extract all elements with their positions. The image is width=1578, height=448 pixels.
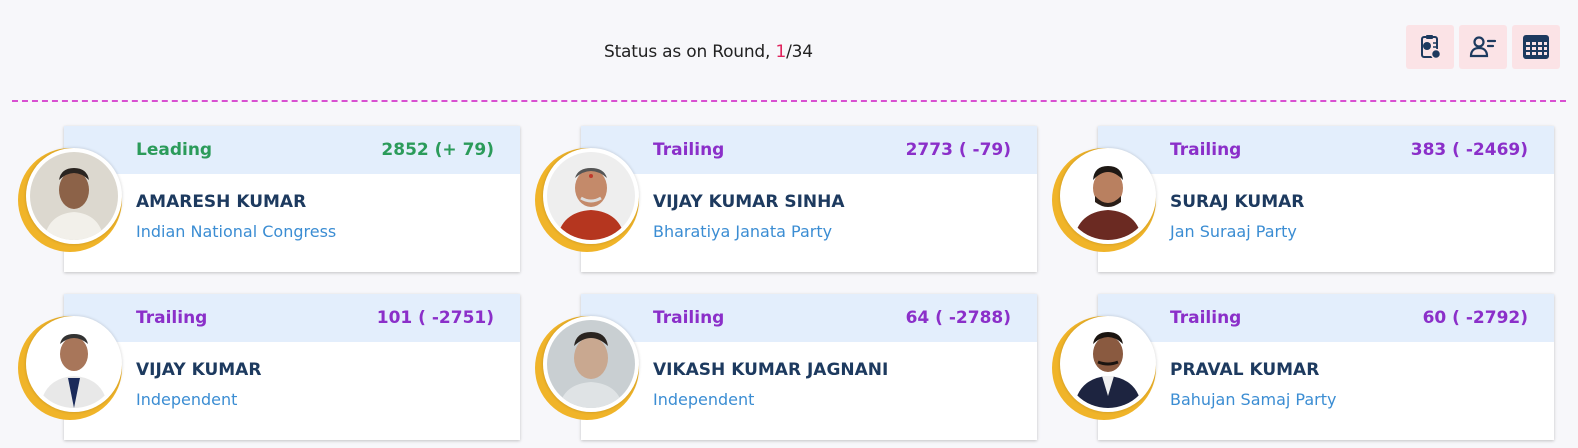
candidate-status: Trailing bbox=[653, 308, 725, 328]
toolbar bbox=[1406, 25, 1560, 69]
divider bbox=[12, 100, 1566, 102]
candidate-photo bbox=[543, 148, 639, 244]
candidate-photo bbox=[26, 148, 122, 244]
card-box: Trailing 60 ( -2792) PRAVAL KUMAR Bahuja… bbox=[1098, 294, 1554, 440]
candidate-votes: 101 ( -2751) bbox=[376, 308, 494, 328]
card-header: Leading 2852 (+ 79) bbox=[64, 126, 520, 174]
candidate-photo bbox=[1060, 148, 1156, 244]
card-box: Trailing 2773 ( -79) VIJAY KUMAR SINHA B… bbox=[581, 126, 1037, 272]
card-box: Trailing 383 ( -2469) SURAJ KUMAR Jan Su… bbox=[1098, 126, 1554, 272]
candidate-status: Trailing bbox=[136, 308, 208, 328]
candidate-votes: 64 ( -2788) bbox=[905, 308, 1011, 328]
candidate-status: Leading bbox=[136, 140, 213, 160]
candidate-card[interactable]: Trailing 383 ( -2469) SURAJ KUMAR Jan Su… bbox=[1052, 126, 1554, 272]
candidate-party: Independent bbox=[136, 390, 238, 409]
candidate-card[interactable]: Trailing 64 ( -2788) VIKASH KUMAR JAGNAN… bbox=[535, 294, 1037, 440]
candidate-name: SURAJ KUMAR bbox=[1170, 192, 1305, 212]
candidate-votes: 60 ( -2792) bbox=[1422, 308, 1528, 328]
candidate-party: Bahujan Samaj Party bbox=[1170, 390, 1337, 409]
round-status: Status as on Round, 1/34 bbox=[604, 42, 813, 62]
candidate-votes: 2773 ( -79) bbox=[905, 140, 1011, 160]
candidate-list-button[interactable] bbox=[1459, 25, 1507, 69]
candidate-photo bbox=[1060, 316, 1156, 412]
candidate-card[interactable]: Trailing 60 ( -2792) PRAVAL KUMAR Bahuja… bbox=[1052, 294, 1554, 440]
candidate-status: Trailing bbox=[1170, 308, 1242, 328]
candidate-status: Trailing bbox=[1170, 140, 1242, 160]
candidate-photo bbox=[26, 316, 122, 412]
card-box: Trailing 101 ( -2751) VIJAY KUMAR Indepe… bbox=[64, 294, 520, 440]
candidate-name: VIJAY KUMAR bbox=[136, 360, 262, 380]
candidate-name: VIJAY KUMAR SINHA bbox=[653, 192, 845, 212]
round-status-prefix: Status as on Round, bbox=[604, 42, 776, 62]
candidate-card[interactable]: Leading 2852 (+ 79) AMARESH KUMAR Indian… bbox=[18, 126, 520, 272]
candidate-card[interactable]: Trailing 101 ( -2751) VIJAY KUMAR Indepe… bbox=[18, 294, 520, 440]
candidate-name: VIKASH KUMAR JAGNANI bbox=[653, 360, 889, 380]
grid-view-button[interactable] bbox=[1512, 25, 1560, 69]
total-rounds: 34 bbox=[791, 42, 813, 62]
candidate-name: PRAVAL KUMAR bbox=[1170, 360, 1320, 380]
card-header: Trailing 2773 ( -79) bbox=[581, 126, 1037, 174]
candidate-party: Independent bbox=[653, 390, 755, 409]
report-icon bbox=[1421, 35, 1442, 60]
candidate-votes: 383 ( -2469) bbox=[1410, 140, 1528, 160]
current-round: 1 bbox=[775, 42, 787, 62]
card-header: Trailing 383 ( -2469) bbox=[1098, 126, 1554, 174]
grid-view-icon bbox=[1523, 35, 1549, 59]
card-box: Leading 2852 (+ 79) AMARESH KUMAR Indian… bbox=[64, 126, 520, 272]
candidate-party: Indian National Congress bbox=[136, 222, 337, 241]
card-header: Trailing 101 ( -2751) bbox=[64, 294, 520, 342]
candidate-list-icon bbox=[1469, 36, 1497, 58]
report-button[interactable] bbox=[1406, 25, 1454, 69]
card-box: Trailing 64 ( -2788) VIKASH KUMAR JAGNAN… bbox=[581, 294, 1037, 440]
candidate-party: Bharatiya Janata Party bbox=[653, 222, 833, 241]
candidate-name: AMARESH KUMAR bbox=[136, 192, 307, 212]
candidate-status: Trailing bbox=[653, 140, 725, 160]
candidate-party: Jan Suraaj Party bbox=[1170, 222, 1297, 241]
candidate-photo bbox=[543, 316, 639, 412]
card-header: Trailing 60 ( -2792) bbox=[1098, 294, 1554, 342]
candidate-votes: 2852 (+ 79) bbox=[381, 140, 494, 160]
candidate-card[interactable]: Trailing 2773 ( -79) VIJAY KUMAR SINHA B… bbox=[535, 126, 1037, 272]
card-header: Trailing 64 ( -2788) bbox=[581, 294, 1037, 342]
